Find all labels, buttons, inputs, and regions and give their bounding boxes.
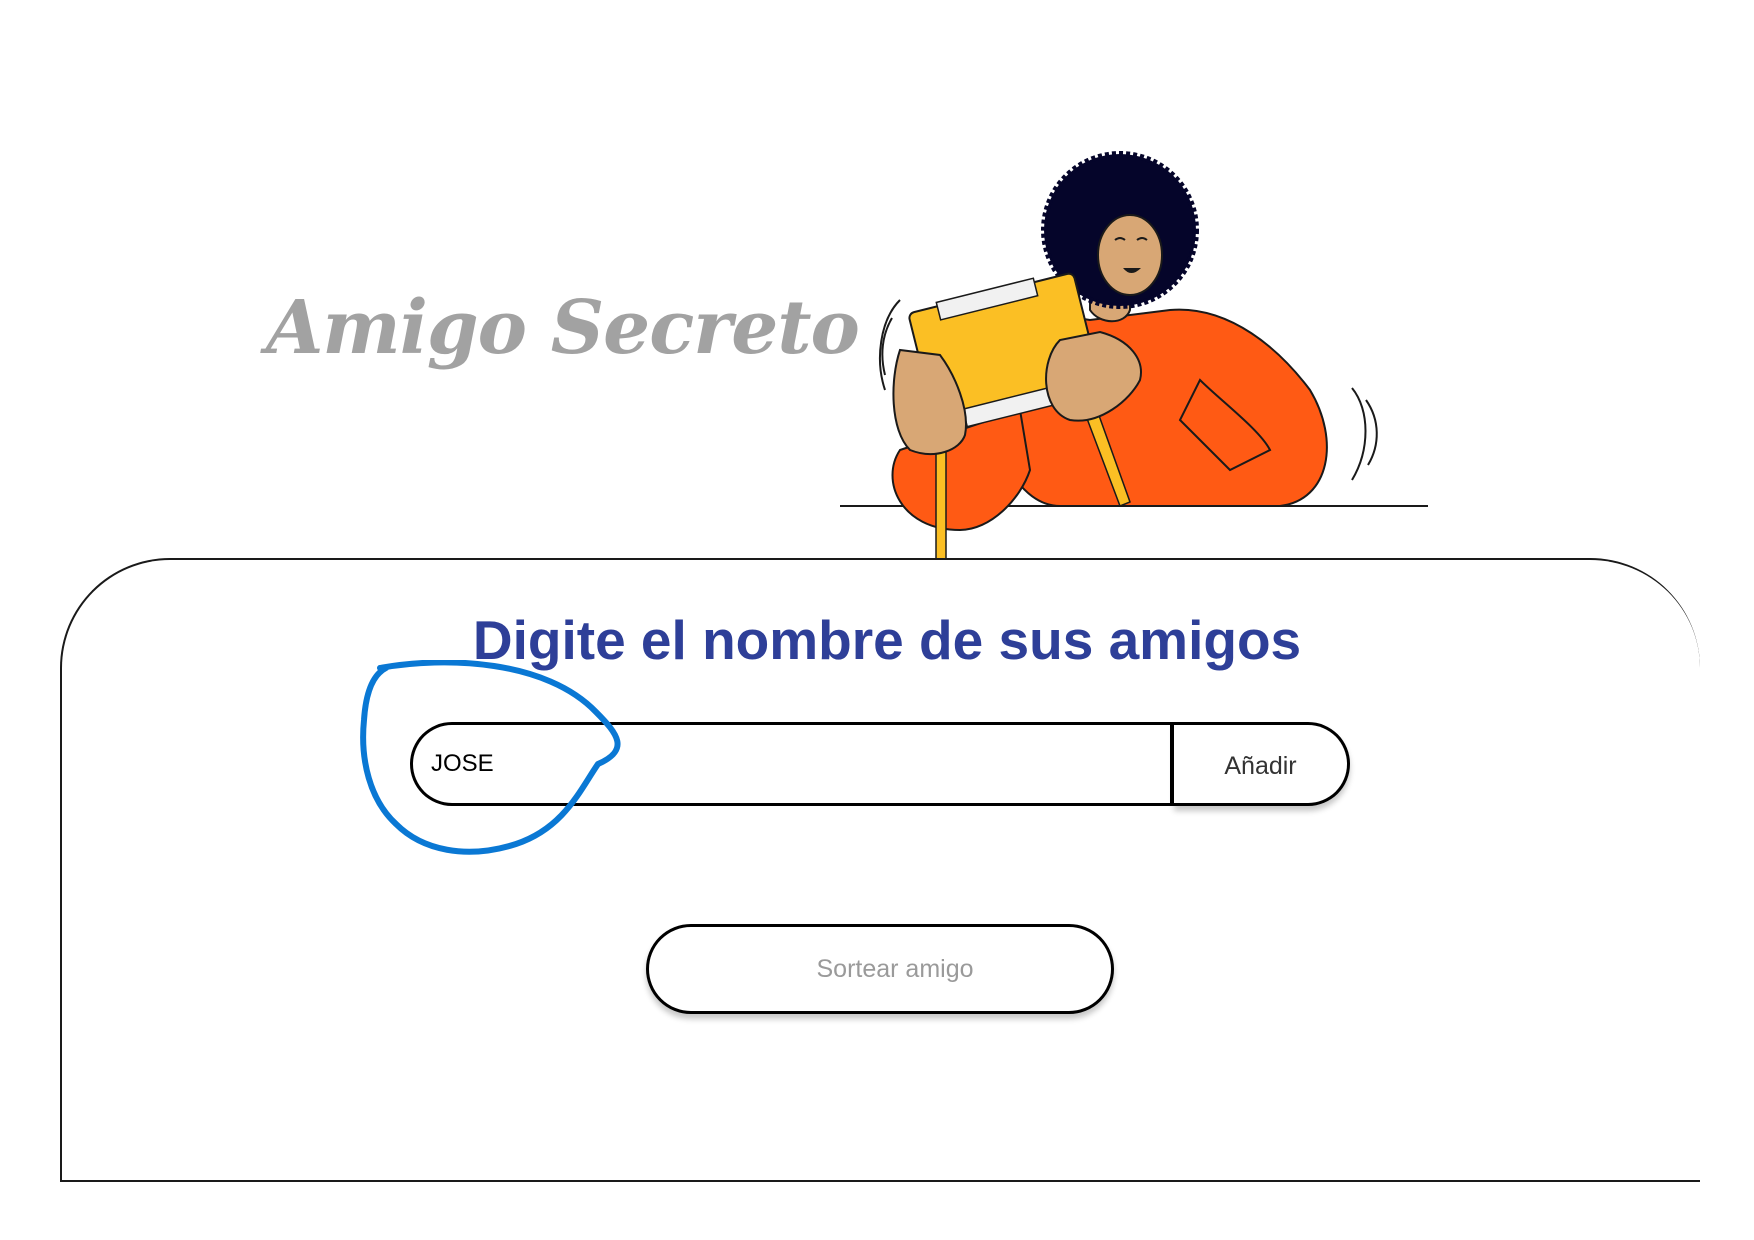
add-friend-form: Añadir (410, 722, 1350, 806)
page: Amigo Secreto Digite el nombre de sus am… (0, 0, 1754, 1240)
friend-name-input[interactable] (410, 722, 1174, 806)
add-button[interactable]: Añadir (1174, 722, 1350, 806)
face-shape (1097, 214, 1163, 296)
app-title: Amigo Secreto (266, 285, 860, 371)
person-opening-gift-illustration (840, 151, 1428, 560)
draw-friend-button[interactable]: Sortear amigo (646, 924, 1114, 1014)
card-heading: Digite el nombre de sus amigos (472, 609, 1302, 671)
